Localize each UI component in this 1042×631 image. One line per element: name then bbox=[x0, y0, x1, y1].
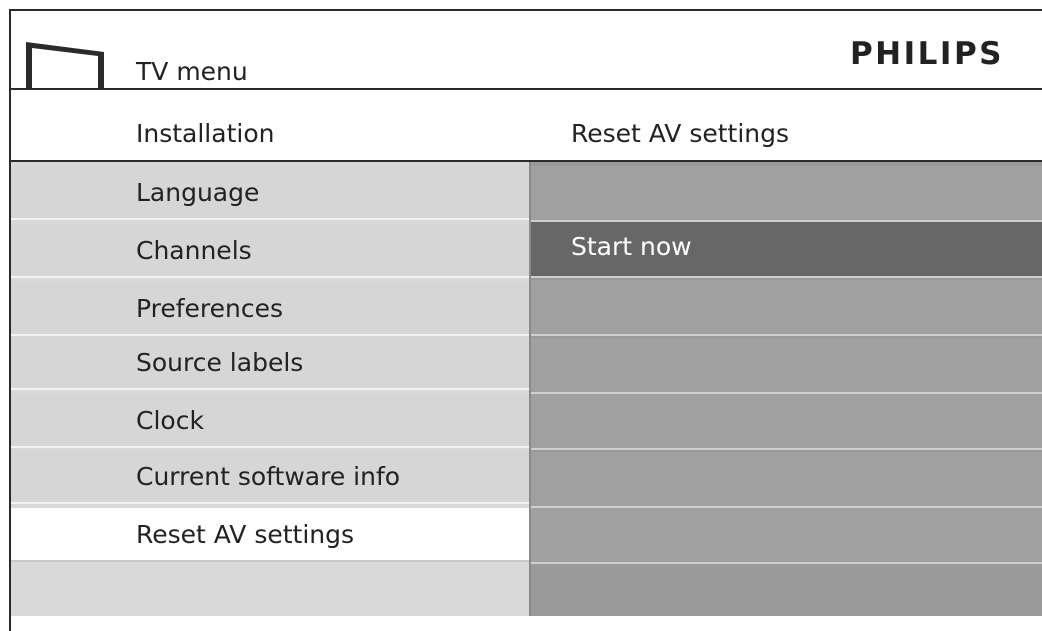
submenu-item-empty bbox=[531, 452, 1042, 508]
breadcrumb-reset-av-settings: Reset AV settings bbox=[571, 119, 790, 148]
submenu-item-empty bbox=[531, 280, 1042, 336]
menu-item-source-labels[interactable]: Source labels bbox=[11, 336, 529, 390]
menu-item-preferences[interactable]: Preferences bbox=[11, 282, 529, 336]
menu-item-channels[interactable]: Channels bbox=[11, 224, 529, 278]
menu-item-label: Clock bbox=[136, 406, 204, 435]
menu-item-label: Preferences bbox=[136, 294, 284, 323]
submenu-item-empty bbox=[531, 166, 1042, 222]
breadcrumb-installation: Installation bbox=[136, 119, 275, 148]
submenu-item-empty bbox=[531, 508, 1042, 564]
menu-item-clock[interactable]: Clock bbox=[11, 394, 529, 448]
submenu-item-empty bbox=[531, 338, 1042, 394]
menu-item-language[interactable]: Language bbox=[11, 166, 529, 220]
submenu-item-label: Start now bbox=[571, 232, 692, 261]
menu-item-label: Language bbox=[136, 178, 260, 207]
menu-item-label: Channels bbox=[136, 236, 252, 265]
menu-title: TV menu bbox=[136, 57, 248, 86]
menu-item-label: Current software info bbox=[136, 462, 401, 491]
menu-item-reset-av-settings[interactable]: Reset AV settings bbox=[11, 508, 529, 562]
menu-item-label: Source labels bbox=[136, 348, 304, 377]
submenu-item-empty bbox=[531, 394, 1042, 450]
brand-logo: PHILIPS bbox=[849, 36, 1004, 72]
submenu-item-start-now[interactable]: Start now bbox=[531, 222, 1042, 278]
menu-item-label: Reset AV settings bbox=[136, 520, 355, 549]
menu-item-current-software-info[interactable]: Current software info bbox=[11, 450, 529, 504]
